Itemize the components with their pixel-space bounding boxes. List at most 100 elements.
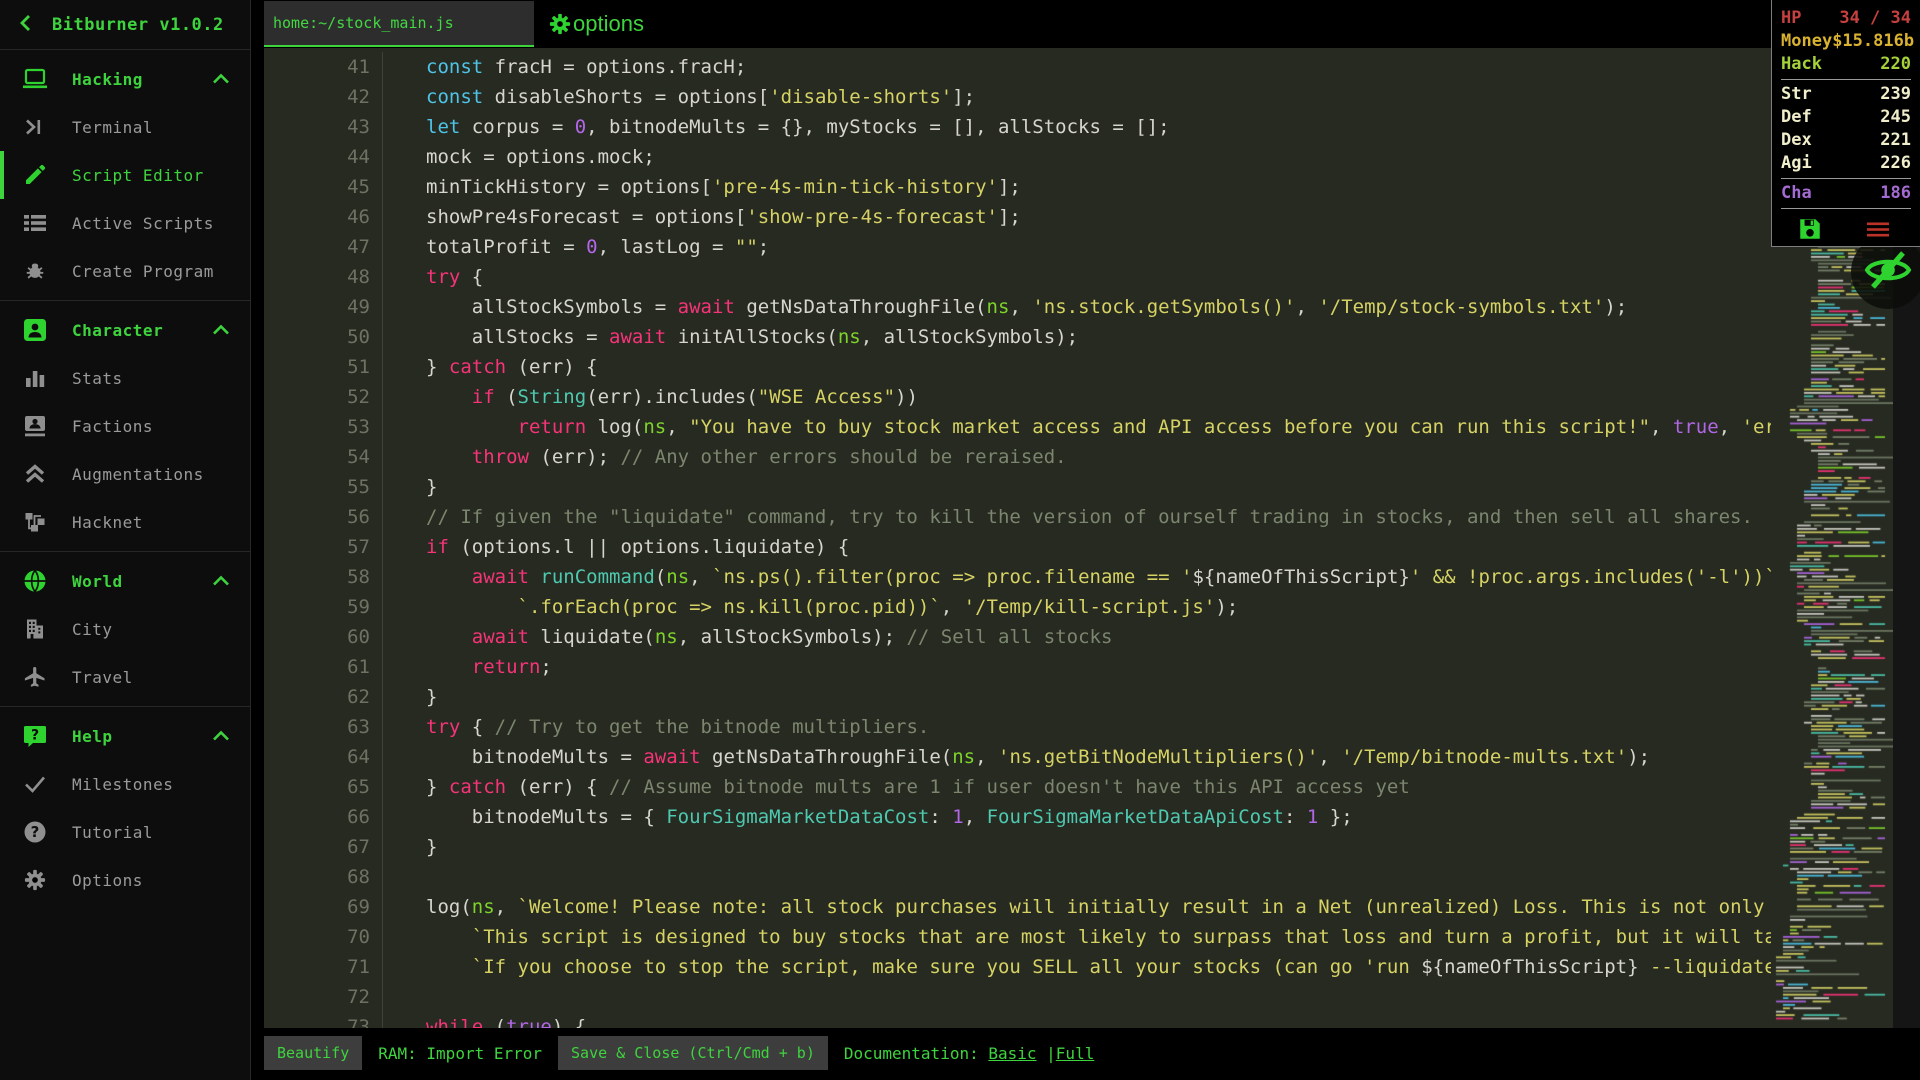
sidebar-item-active-scripts[interactable]: Active Scripts [0, 199, 250, 247]
sidebar-item-label: Augmentations [72, 464, 204, 484]
stat-value: 226 [1880, 153, 1911, 173]
stat-row-dex: Dex 221 [1781, 129, 1911, 152]
code-line-64: 64 bitnodeMults = await getNsDataThrough… [264, 742, 1920, 772]
sidebar-item-city[interactable]: City [0, 605, 250, 653]
sidebar-item-hacknet[interactable]: Hacknet [0, 498, 250, 546]
sidebar-section-header-world[interactable]: World [0, 557, 250, 605]
line-number: 46 [347, 206, 370, 228]
chevron-up-icon [212, 730, 230, 742]
line-number: 69 [347, 896, 370, 918]
code-line-68: 68 [264, 862, 1920, 892]
editor-options-button[interactable]: options [549, 11, 644, 37]
sidebar-item-label: Milestones [72, 774, 174, 794]
line-content: minTickHistory = options['pre-4s-min-tic… [382, 172, 1021, 202]
help-bubble-icon: ? [20, 724, 50, 748]
chevron-left-icon [16, 13, 36, 37]
line-number: 41 [347, 56, 370, 78]
physical-stats: Str 239 Def 245 Dex 221 Agi 226 [1781, 83, 1911, 175]
svg-text:?: ? [31, 823, 40, 841]
code-line-51: 51} catch (err) { [264, 352, 1920, 382]
laptop-icon [20, 68, 50, 90]
bar-chart-icon [20, 367, 50, 389]
save-icon [1797, 216, 1823, 247]
line-content: } [382, 832, 437, 862]
line-number: 51 [347, 356, 370, 378]
code-line-72: 72 [264, 982, 1920, 1012]
sidebar: Bitburner v1.0.2 Hacking Terminal Script E… [0, 0, 251, 1080]
pencil-icon [20, 163, 50, 187]
line-number: 72 [347, 986, 370, 1008]
line-number: 44 [347, 146, 370, 168]
sidebar-item-milestones[interactable]: Milestones [0, 760, 250, 808]
code-line-50: 50 allStocks = await initAllStocks(ns, a… [264, 322, 1920, 352]
code-line-54: 54 throw (err); // Any other errors shou… [264, 442, 1920, 472]
hamburger-icon [1865, 221, 1891, 243]
line-content: `This script is designed to buy stocks t… [382, 922, 1902, 952]
line-number: 49 [347, 296, 370, 318]
sidebar-item-stats[interactable]: Stats [0, 354, 250, 402]
line-content: return log(ns, "You have to buy stock ma… [382, 412, 1845, 442]
code-line-58: 58 await runCommand(ns, `ns.ps().filter(… [264, 562, 1920, 592]
sidebar-item-label: Stats [72, 368, 123, 388]
sidebar-item-label: Hacknet [72, 512, 143, 532]
save-close-button[interactable]: Save & Close (Ctrl/Cmd + b) [558, 1036, 828, 1070]
line-content: while (true) { [382, 1012, 586, 1028]
sidebar-section-header-character[interactable]: Character [0, 306, 250, 354]
sidebar-item-travel[interactable]: Travel [0, 653, 250, 701]
save-game-button[interactable] [1797, 216, 1823, 247]
sidebar-item-create-program[interactable]: Create Program [0, 247, 250, 295]
sidebar-section-header-hacking[interactable]: Hacking [0, 55, 250, 103]
line-content: await liquidate(ns, allStockSymbols); //… [382, 622, 1112, 652]
line-number: 56 [347, 506, 370, 528]
sidebar-sections: Hacking Terminal Script Editor Active Scrip… [0, 50, 250, 909]
code-editor[interactable]: 41 const fracH = options.fracH; 42 const di… [264, 48, 1920, 1028]
documentation-basic-link[interactable]: Basic [988, 1044, 1036, 1063]
hack-label: Hack [1781, 54, 1822, 74]
code-line-63: 63 try { // Try to get the bitnode multip… [264, 712, 1920, 742]
line-number: 68 [347, 866, 370, 888]
network-nodes-icon [20, 511, 50, 533]
documentation-full-link[interactable]: Full [1056, 1044, 1095, 1063]
sidebar-item-terminal[interactable]: Terminal [0, 103, 250, 151]
overview-menu-button[interactable] [1865, 221, 1891, 243]
question-circle-icon: ? [20, 820, 50, 844]
code-line-56: 56 // If given the "liquidate" command, t… [264, 502, 1920, 532]
line-content: `If you choose to stop the script, make … [382, 952, 1920, 982]
stat-row-str: Str 239 [1781, 83, 1911, 106]
line-number: 67 [347, 836, 370, 858]
line-number: 66 [347, 806, 370, 828]
line-content: } catch (err) { // Assume bitnode mults … [382, 772, 1410, 802]
sidebar-section-header-help[interactable]: ? Help [0, 712, 250, 760]
code-line-65: 65} catch (err) { // Assume bitnode mult… [264, 772, 1920, 802]
bug-icon [20, 260, 50, 282]
sidebar-item-tutorial[interactable]: ? Tutorial [0, 808, 250, 856]
code-line-49: 49 allStockSymbols = await getNsDataThro… [264, 292, 1920, 322]
line-number: 43 [347, 116, 370, 138]
chevron-up-icon [212, 324, 230, 336]
divider [1781, 178, 1911, 179]
svg-text:?: ? [31, 728, 39, 744]
stat-value: 245 [1880, 107, 1911, 127]
line-number: 47 [347, 236, 370, 258]
sidebar-item-script-editor[interactable]: Script Editor [0, 151, 250, 199]
sidebar-section-label: Character [72, 320, 164, 340]
code-line-42: 42 const disableShorts = options['disable… [264, 82, 1920, 112]
collapse-sidebar-button[interactable] [0, 13, 52, 37]
line-content: allStocks = await initAllStocks(ns, allS… [382, 322, 1078, 352]
line-number: 45 [347, 176, 370, 198]
sidebar-item-label: Travel [72, 667, 133, 687]
code-line-53: 53 return log(ns, "You have to buy stock… [264, 412, 1920, 442]
line-content: bitnodeMults = { FourSigmaMarketDataCost… [382, 802, 1353, 832]
sidebar-item-label: Create Program [72, 261, 214, 281]
ram-status: RAM: Import Error [378, 1043, 543, 1063]
sidebar-item-augmentations[interactable]: Augmentations [0, 450, 250, 498]
line-content: totalProfit = 0, lastLog = ""; [382, 232, 769, 262]
sidebar-section-label: Help [72, 726, 113, 746]
sidebar-item-options[interactable]: Options [0, 856, 250, 904]
tab-stock-main-js[interactable]: home:~/stock_main.js [264, 1, 534, 47]
sidebar-item-label: Script Editor [72, 165, 204, 185]
beautify-button[interactable]: Beautify [264, 1036, 363, 1070]
line-content: return; [382, 652, 552, 682]
line-content: try { [382, 262, 483, 292]
sidebar-item-factions[interactable]: Factions [0, 402, 250, 450]
